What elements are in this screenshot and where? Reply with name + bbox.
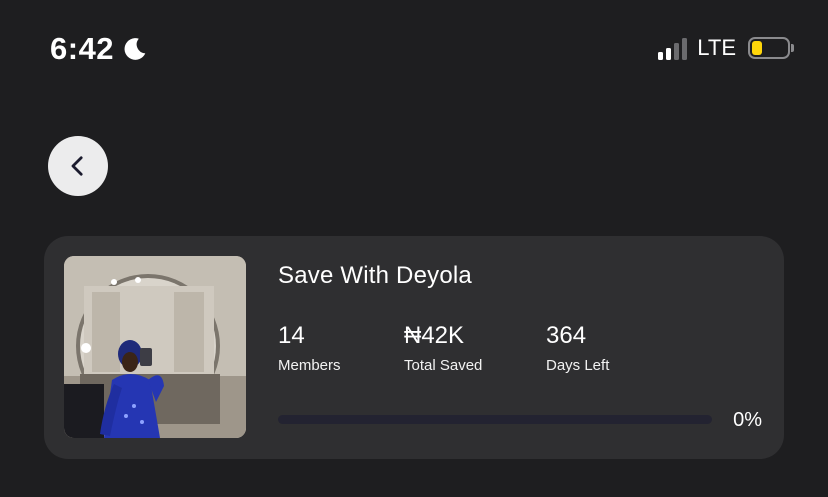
days-left-label: Days Left: [546, 357, 610, 374]
status-time-group: 6:42: [50, 30, 148, 68]
status-bar: 6:42 LTE: [0, 0, 828, 100]
signal-icon: [658, 36, 688, 60]
members-count: 14: [278, 322, 305, 349]
status-time: 6:42: [50, 31, 115, 66]
savings-progress-percent: 0%: [733, 409, 762, 431]
app-screen: 6:42 LTE Save With Deyola 14 Members ₦42…: [0, 0, 828, 497]
back-button[interactable]: [48, 136, 108, 196]
stat-members: 14 Members: [278, 322, 341, 376]
group-photo: [64, 256, 246, 438]
chevron-left-icon: [71, 156, 83, 176]
battery-icon: [748, 37, 794, 59]
network-type: LTE: [697, 35, 736, 60]
stat-days-left: 364 Days Left: [546, 322, 609, 376]
savings-group-card[interactable]: Save With Deyola 14 Members ₦42K Total S…: [44, 236, 784, 459]
group-title: Save With Deyola: [278, 262, 472, 289]
members-label: Members: [278, 357, 341, 374]
moon-icon: [124, 38, 146, 60]
days-left-count: 364: [546, 322, 587, 349]
total-saved-label: Total Saved: [404, 357, 483, 374]
total-saved-amount: ₦42K: [404, 322, 465, 349]
stat-total-saved: ₦42K Total Saved: [404, 322, 482, 376]
status-indicators: LTE: [658, 35, 794, 60]
savings-progress-bar: [278, 415, 712, 424]
